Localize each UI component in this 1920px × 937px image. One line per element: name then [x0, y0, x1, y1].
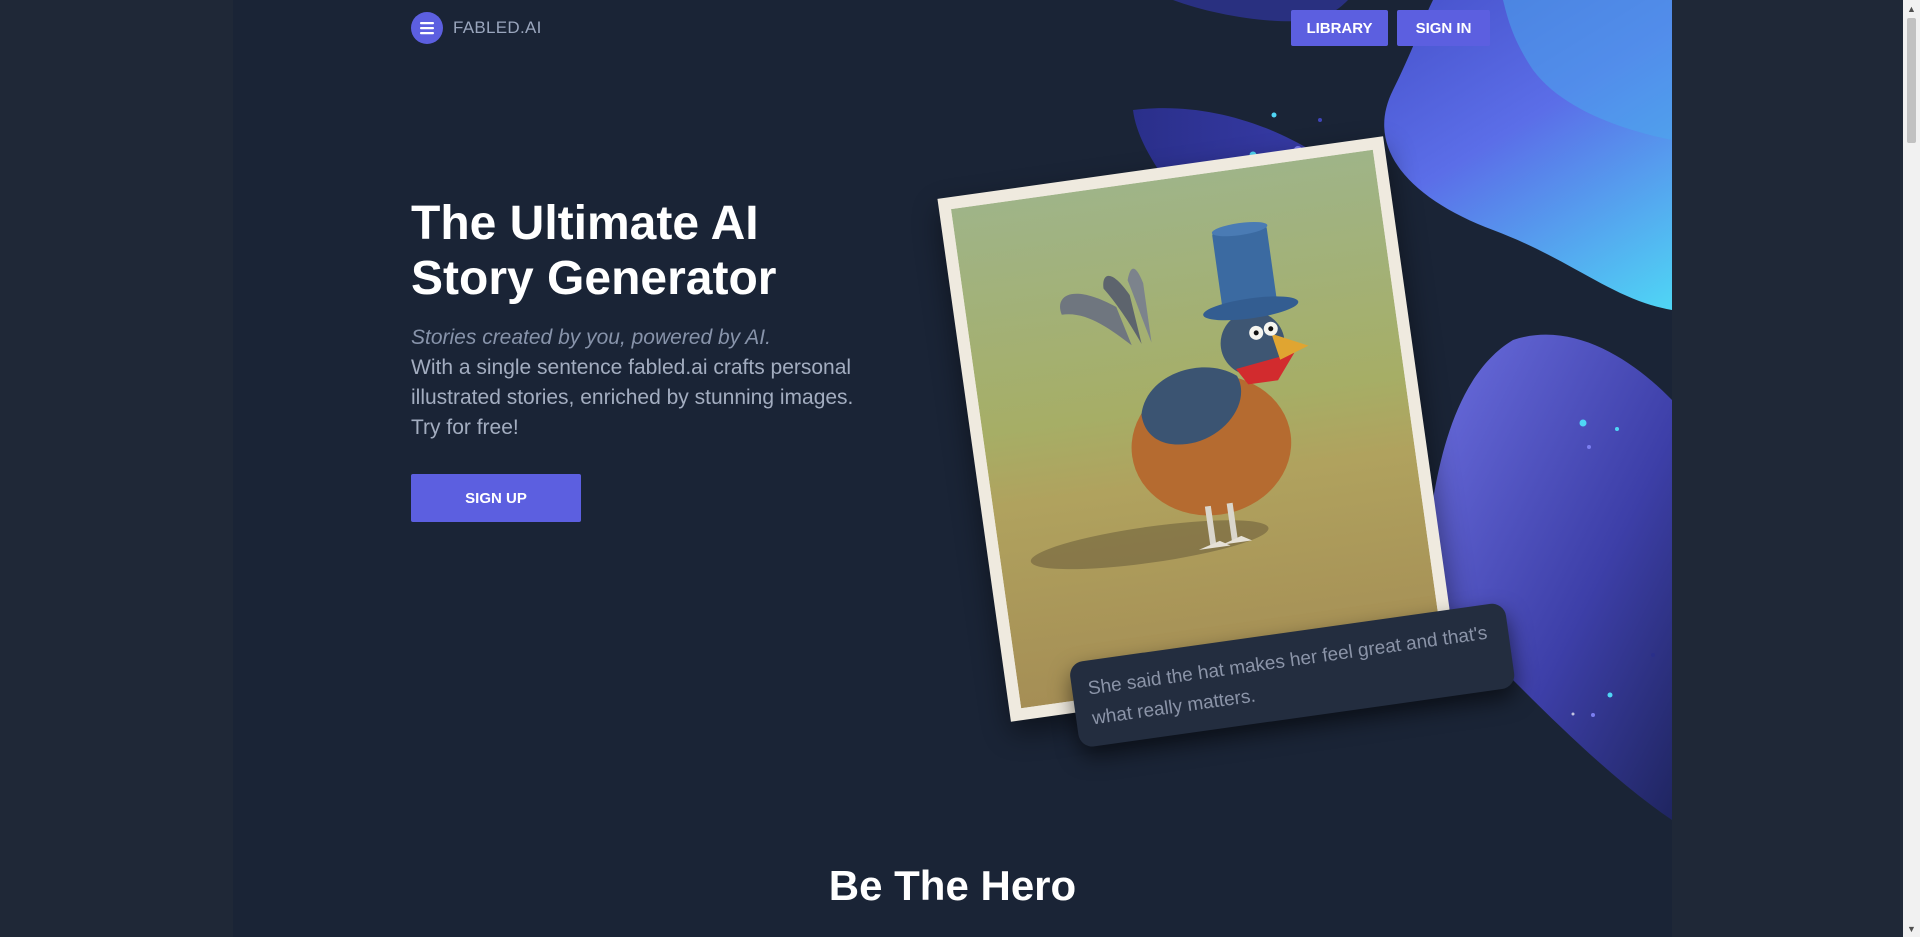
story-card: She said the hat makes her feel great an…: [937, 136, 1517, 749]
sign-in-button[interactable]: SIGN IN: [1397, 10, 1490, 46]
hero-section: The Ultimate AI Story Generator Stories …: [411, 196, 931, 443]
sign-up-button[interactable]: SIGN UP: [411, 474, 581, 522]
scroll-up-icon[interactable]: ▲: [1903, 0, 1920, 17]
top-navigation: FABLED.AI LIBRARY SIGN IN: [411, 0, 1493, 56]
hero-title-line-1: The Ultimate AI: [411, 197, 759, 250]
hero-tagline: Stories created by you, powered by AI.: [411, 326, 771, 349]
hero-description: With a single sentence fabled.ai crafts …: [411, 356, 854, 439]
hero-title: The Ultimate AI Story Generator: [411, 196, 931, 306]
brand-name: FABLED.AI: [453, 18, 542, 37]
landing-page: FABLED.AI LIBRARY SIGN IN The Ultimate A…: [233, 0, 1672, 937]
section-title: Be The Hero: [828, 862, 1077, 909]
brand-logo[interactable]: FABLED.AI: [411, 12, 542, 44]
scrollbar-thumb[interactable]: [1907, 18, 1916, 143]
hamburger-icon[interactable]: [411, 12, 443, 44]
scroll-down-icon[interactable]: ▼: [1903, 920, 1920, 937]
hero-title-line-2: Story Generator: [411, 252, 777, 305]
background-blobs: [1133, 0, 1672, 820]
page-scrollbar[interactable]: ▲ ▼: [1903, 0, 1920, 937]
library-button[interactable]: LIBRARY: [1291, 10, 1388, 46]
